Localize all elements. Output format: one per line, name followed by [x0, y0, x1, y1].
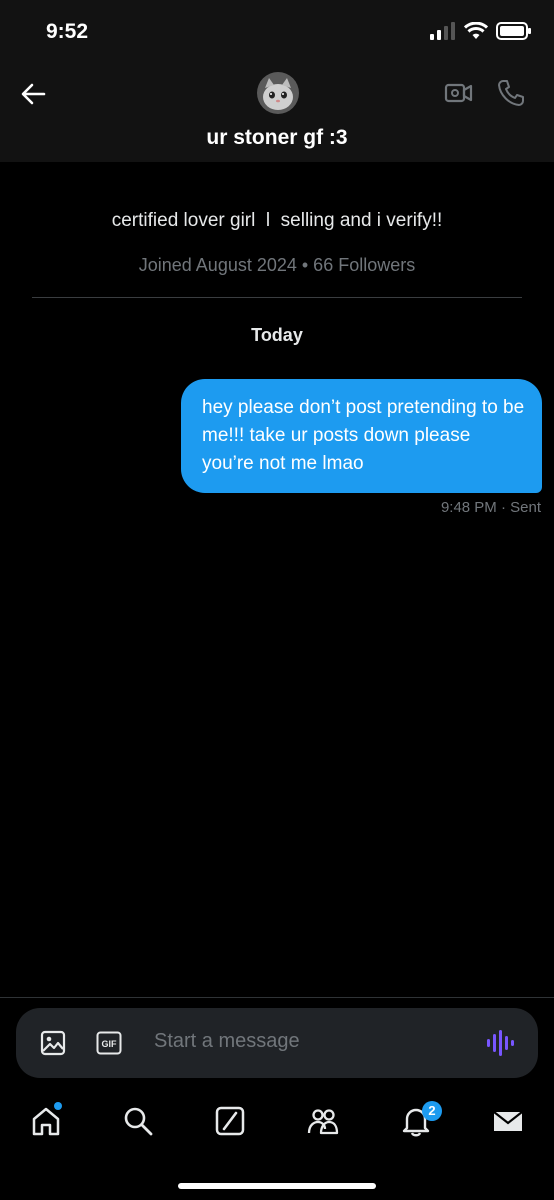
conversation-header: ur stoner gf :3	[0, 66, 554, 162]
grok-icon[interactable]	[213, 1104, 247, 1138]
status-time: 9:52	[46, 20, 89, 43]
message-composer[interactable]: GIF Start a message	[16, 1008, 538, 1078]
voice-icon[interactable]	[485, 1030, 515, 1056]
signal-icon	[430, 22, 455, 40]
message-bubble[interactable]: hey please don’t post pretending to be m…	[181, 379, 542, 493]
communities-icon[interactable]	[306, 1104, 340, 1138]
status-bar: 9:52	[0, 0, 554, 66]
profile-bio: certified lover girl l selling and i ver…	[111, 210, 443, 231]
home-indicator[interactable]	[178, 1183, 376, 1189]
search-icon[interactable]	[121, 1104, 155, 1138]
mail-icon[interactable]	[491, 1104, 525, 1138]
conversation-title[interactable]: ur stoner gf :3	[0, 126, 554, 150]
message-meta: 9:48 PM · Sent	[440, 499, 541, 516]
phone-icon[interactable]	[496, 78, 526, 108]
message-input[interactable]: Start a message	[154, 1030, 300, 1053]
date-separator: Today	[251, 325, 303, 345]
avatar[interactable]	[257, 72, 299, 114]
profile-joined: Joined August 2024 • 66 Followers	[138, 255, 416, 275]
video-call-icon[interactable]	[444, 78, 474, 108]
composer-divider	[0, 997, 554, 998]
wifi-icon	[464, 22, 488, 39]
tab-bar	[0, 1092, 554, 1154]
home-unread-dot	[54, 1102, 62, 1110]
status-icons	[430, 22, 532, 40]
image-icon[interactable]	[40, 1030, 66, 1056]
battery-icon	[496, 22, 531, 40]
back-arrow-icon[interactable]	[18, 78, 50, 110]
notifications-badge: 2	[422, 1101, 442, 1121]
svg-text:GIF: GIF	[102, 1039, 118, 1049]
gif-icon[interactable]: GIF	[96, 1031, 122, 1055]
divider	[32, 297, 522, 298]
